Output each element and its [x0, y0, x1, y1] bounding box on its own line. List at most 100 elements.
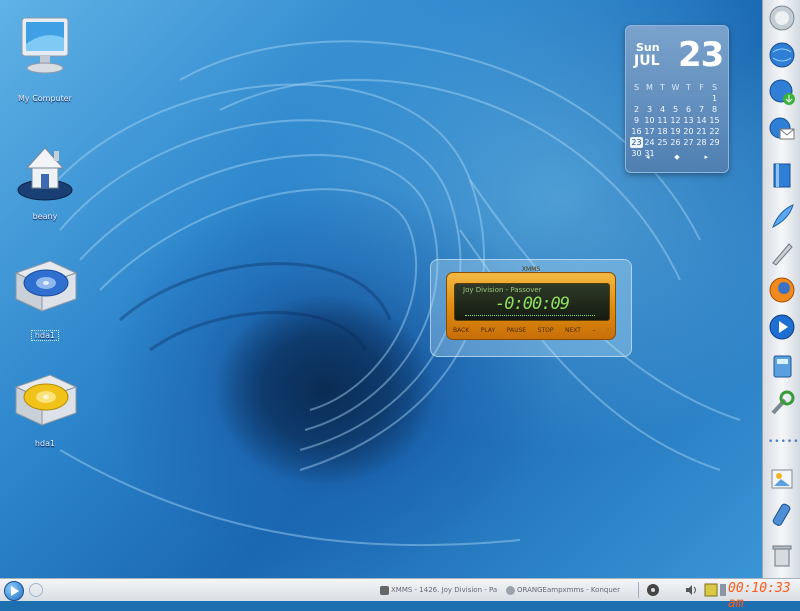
calendar-date-cell[interactable]: 30 — [630, 148, 643, 159]
media-player-icon[interactable] — [767, 312, 797, 342]
hard-drive-icon — [14, 374, 78, 426]
calendar-date-cell[interactable] — [656, 93, 669, 104]
desktop-icon-home[interactable]: beany — [5, 138, 85, 221]
calendar-date-cell[interactable]: 27 — [682, 137, 695, 148]
xmms-menu-button[interactable]: · — [607, 327, 609, 334]
calendar-grid: S M T W T F S 1 2 3 4 5 6 7 8 9 10 11 12… — [630, 82, 721, 159]
desktop-icon-label: My Computer — [18, 94, 72, 103]
xmms-seek-bar[interactable] — [465, 315, 595, 317]
calendar-date-cell[interactable]: 24 — [643, 137, 656, 148]
calendar-date-cell[interactable]: 16 — [630, 126, 643, 137]
xmms-player-body[interactable]: Joy Division - Passover -0:00:09 BACK PL… — [446, 272, 616, 340]
weekday-header: F — [699, 83, 704, 92]
calendar-prev-button[interactable]: ◂ — [646, 153, 650, 161]
xmms-player-window[interactable]: XMMS Joy Division - Passover -0:00:09 BA… — [430, 259, 632, 357]
desktop-background[interactable]: My Computer beany hda1 hda1 Sun JUL 23 S… — [0, 0, 762, 578]
tools-icon[interactable] — [767, 388, 797, 418]
play-arrow-icon — [11, 586, 19, 596]
network-icon[interactable] — [646, 583, 660, 597]
calendar-next-button[interactable]: ▸ — [704, 153, 708, 161]
hard-drive-icon — [14, 260, 78, 312]
calendar-date-cell[interactable] — [708, 148, 721, 159]
calendar-date-cell[interactable]: 10 — [643, 115, 656, 126]
calendar-date-cell-today[interactable]: 23 — [630, 137, 643, 148]
xmms-controls: BACK PLAY PAUSE STOP NEXT – · — [453, 327, 609, 334]
pencil-icon[interactable] — [767, 238, 797, 268]
quit-icon[interactable] — [767, 3, 797, 33]
calendar-date-cell[interactable]: 1 — [708, 93, 721, 104]
notes-icon[interactable] — [704, 583, 718, 597]
calendar-date-cell[interactable]: 12 — [669, 115, 682, 126]
calendar-date-cell[interactable]: 4 — [656, 104, 669, 115]
calendar-date-cell[interactable]: 17 — [643, 126, 656, 137]
xmms-display: Joy Division - Passover -0:00:09 — [454, 283, 610, 321]
remote-control-icon[interactable] — [767, 500, 797, 530]
calendar-date-cell[interactable]: 11 — [656, 115, 669, 126]
firefox-icon[interactable] — [767, 275, 797, 305]
calendar-date-cell[interactable]: 15 — [708, 115, 721, 126]
calendar-date-cell[interactable]: 7 — [695, 104, 708, 115]
taskbar: XMMS - 1426. Joy Division - Pa ORANGEamp… — [0, 578, 800, 611]
calendar-date-cell[interactable]: 25 — [656, 137, 669, 148]
calendar-date-cell[interactable]: 13 — [682, 115, 695, 126]
desktop-icon-hda1-first[interactable]: hda1 — [5, 253, 85, 342]
calendar-date-cell[interactable]: 3 — [643, 104, 656, 115]
image-viewer-icon[interactable] — [767, 463, 797, 493]
globe-download-icon[interactable] — [767, 77, 797, 107]
xmms-stop-button[interactable]: STOP — [538, 327, 554, 334]
xmms-minimize-button[interactable]: – — [593, 327, 596, 334]
book-icon[interactable] — [767, 160, 797, 190]
calendar-date-cell[interactable]: 18 — [656, 126, 669, 137]
weekday-header: W — [671, 83, 680, 92]
xmms-back-button[interactable]: BACK — [453, 327, 469, 334]
desktop-icon-hda1-second[interactable]: hda1 — [5, 367, 85, 448]
display-icon[interactable] — [720, 584, 726, 596]
calendar-date-cell[interactable]: 8 — [708, 104, 721, 115]
calendar-date-cell[interactable] — [695, 93, 708, 104]
weekday-header: T — [660, 83, 665, 92]
trash-icon[interactable] — [767, 540, 797, 570]
weekday-header: M — [646, 83, 653, 92]
taskbar-task-konqueror[interactable]: ORANGEampxmms - Konquer — [506, 582, 636, 598]
calendar-date-cell[interactable]: 26 — [669, 137, 682, 148]
xmms-play-button[interactable]: PLAY — [481, 327, 495, 334]
calendar-date-cell[interactable]: 14 — [695, 115, 708, 126]
calendar-widget[interactable]: Sun JUL 23 S M T W T F S 1 2 3 4 5 6 7 8… — [625, 25, 729, 173]
calendar-date-cell[interactable]: 20 — [682, 126, 695, 137]
calendar-date-cell[interactable] — [630, 93, 643, 104]
start-menu-button[interactable] — [4, 581, 24, 601]
weekday-header: S — [633, 83, 640, 92]
calendar-date-cell[interactable]: 9 — [630, 115, 643, 126]
xmms-pause-button[interactable]: PAUSE — [507, 327, 526, 334]
calendar-date-cell[interactable]: 28 — [695, 137, 708, 148]
more-dots-icon[interactable]: ••••• — [768, 437, 799, 447]
xmms-time-readout: -0:00:09 — [495, 294, 570, 314]
calendar-nav: ◂ ◆ ▸ — [646, 152, 708, 161]
calendar-date-cell[interactable]: 21 — [695, 126, 708, 137]
launcher-panel: ••••• — [762, 0, 800, 578]
calendar-date-cell[interactable]: 29 — [708, 137, 721, 148]
calendar-date-cell[interactable]: 2 — [630, 104, 643, 115]
calendar-date-cell[interactable]: 5 — [669, 104, 682, 115]
xmms-next-button[interactable]: NEXT — [565, 327, 581, 334]
desktop-icon-my-computer[interactable]: My Computer — [5, 12, 85, 103]
taskbar-clock[interactable]: 00:10:33 am — [728, 581, 800, 611]
globe-icon[interactable] — [767, 40, 797, 70]
desktop-switch-icon[interactable] — [29, 583, 43, 597]
feather-pen-icon[interactable] — [767, 201, 797, 231]
calendar-today-button[interactable]: ◆ — [674, 153, 679, 161]
calendar-month: JUL — [634, 53, 660, 69]
desktop-icon-label: hda1 — [34, 439, 56, 448]
calendar-date-cell[interactable]: 22 — [708, 126, 721, 137]
calendar-week-row: 2 3 4 5 6 7 8 — [630, 104, 721, 115]
calendar-date-cell[interactable] — [643, 93, 656, 104]
calendar-date-cell[interactable]: 6 — [682, 104, 695, 115]
mail-icon[interactable] — [767, 114, 797, 144]
calendar-date-cell[interactable] — [682, 93, 695, 104]
calendar-date-cell[interactable] — [669, 93, 682, 104]
volume-icon[interactable] — [684, 583, 700, 597]
calendar-date-cell[interactable]: 19 — [669, 126, 682, 137]
xmms-song-title: Joy Division - Passover — [463, 286, 542, 294]
calculator-icon[interactable] — [767, 351, 797, 381]
taskbar-task-xmms[interactable]: XMMS - 1426. Joy Division - Pa — [380, 582, 502, 598]
